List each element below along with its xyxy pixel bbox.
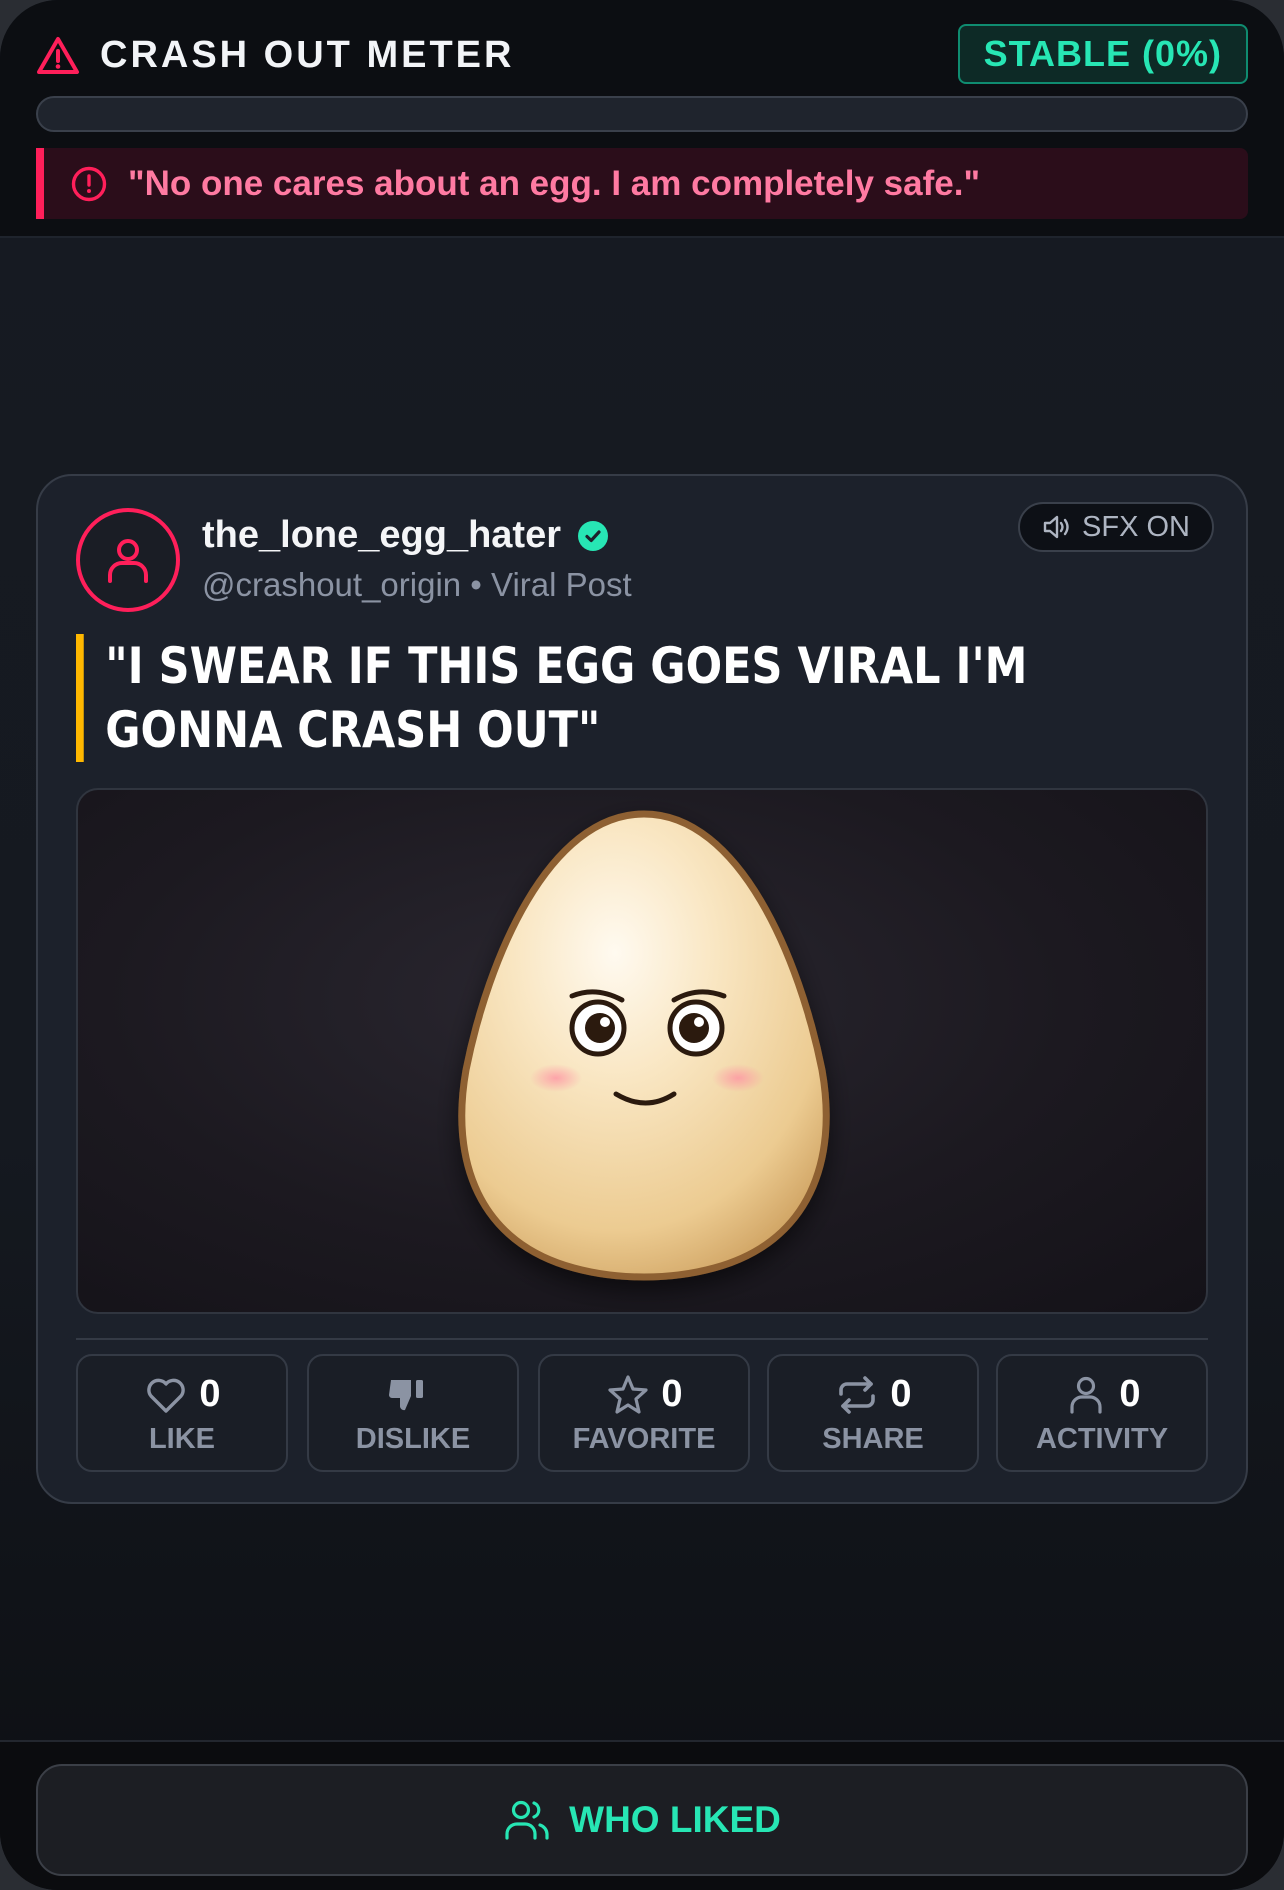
sfx-label: SFX ON [1082, 510, 1190, 543]
meter-quote-alert: "No one cares about an egg. I am complet… [36, 148, 1248, 219]
verified-badge-icon [578, 520, 608, 551]
post-media[interactable] [76, 788, 1208, 1314]
app-screen: CRASH OUT METER STABLE (0%) "No one care… [0, 0, 1284, 1890]
repeat-icon [839, 1375, 876, 1414]
dislike-button[interactable]: DISLIKE [307, 1354, 519, 1472]
users-icon [505, 1800, 549, 1840]
post-card: the_lone_egg_hater @crashout_origin • Vi… [36, 474, 1248, 1504]
share-button[interactable]: 0 SHARE [767, 1354, 979, 1472]
actions-divider [76, 1338, 1208, 1340]
meter-title-text: CRASH OUT METER [100, 34, 515, 76]
share-count: 0 [890, 1373, 912, 1415]
who-liked-label: WHO LIKED [569, 1799, 781, 1840]
star-icon [608, 1374, 649, 1414]
activity-button[interactable]: 0 ACTIVITY [996, 1354, 1208, 1472]
meter-title: CRASH OUT METER [36, 34, 514, 77]
bottom-bar: WHO LIKED [0, 1740, 1284, 1890]
username[interactable]: the_lone_egg_hater [202, 514, 561, 557]
crash-out-meter: CRASH OUT METER STABLE (0%) "No one care… [0, 0, 1284, 238]
user-icon [1070, 1376, 1103, 1414]
activity-label: ACTIVITY [1035, 1422, 1169, 1455]
favorite-count: 0 [661, 1373, 683, 1415]
author-row: the_lone_egg_hater [202, 514, 609, 557]
like-label: LIKE [148, 1422, 216, 1455]
post-quote-line-1: "I SWEAR IF THIS EGG GOES VIRAL I'M [105, 637, 1028, 695]
thumbs-down-icon [389, 1379, 423, 1410]
activity-count: 0 [1119, 1373, 1141, 1415]
like-count: 0 [199, 1373, 221, 1415]
status-badge: STABLE (0%) [957, 24, 1248, 84]
post-quote: "I SWEAR IF THIS EGG GOES VIRAL I'M GONN… [76, 634, 1028, 762]
like-button[interactable]: 0 LIKE [76, 1354, 288, 1472]
speaker-icon [1043, 515, 1069, 539]
avatar[interactable] [76, 508, 180, 612]
dislike-label: DISLIKE [355, 1422, 471, 1455]
who-liked-button[interactable]: WHO LIKED [36, 1764, 1248, 1876]
meter-progress-bar [36, 96, 1248, 132]
favorite-label: FAVORITE [572, 1422, 716, 1455]
post-actions: 0 LIKE DISLIKE 0 FAVORITE 0 SHARE 0 ACTI… [76, 1354, 1208, 1474]
egg-character-image [458, 810, 830, 1281]
user-avatar-icon [108, 539, 148, 583]
post-quote-line-2: GONNA CRASH OUT" [105, 701, 601, 759]
sfx-toggle-button[interactable]: SFX ON [1018, 502, 1214, 552]
author-handle: @crashout_origin • Viral Post [202, 566, 632, 603]
meter-quote-text: "No one cares about an egg. I am complet… [128, 163, 981, 203]
favorite-button[interactable]: 0 FAVORITE [538, 1354, 750, 1472]
warning-triangle-icon [37, 36, 79, 74]
share-label: SHARE [822, 1422, 924, 1455]
meter-header: CRASH OUT METER STABLE (0%) [36, 24, 1248, 86]
alert-circle-icon [71, 166, 107, 201]
heart-icon [147, 1378, 186, 1413]
